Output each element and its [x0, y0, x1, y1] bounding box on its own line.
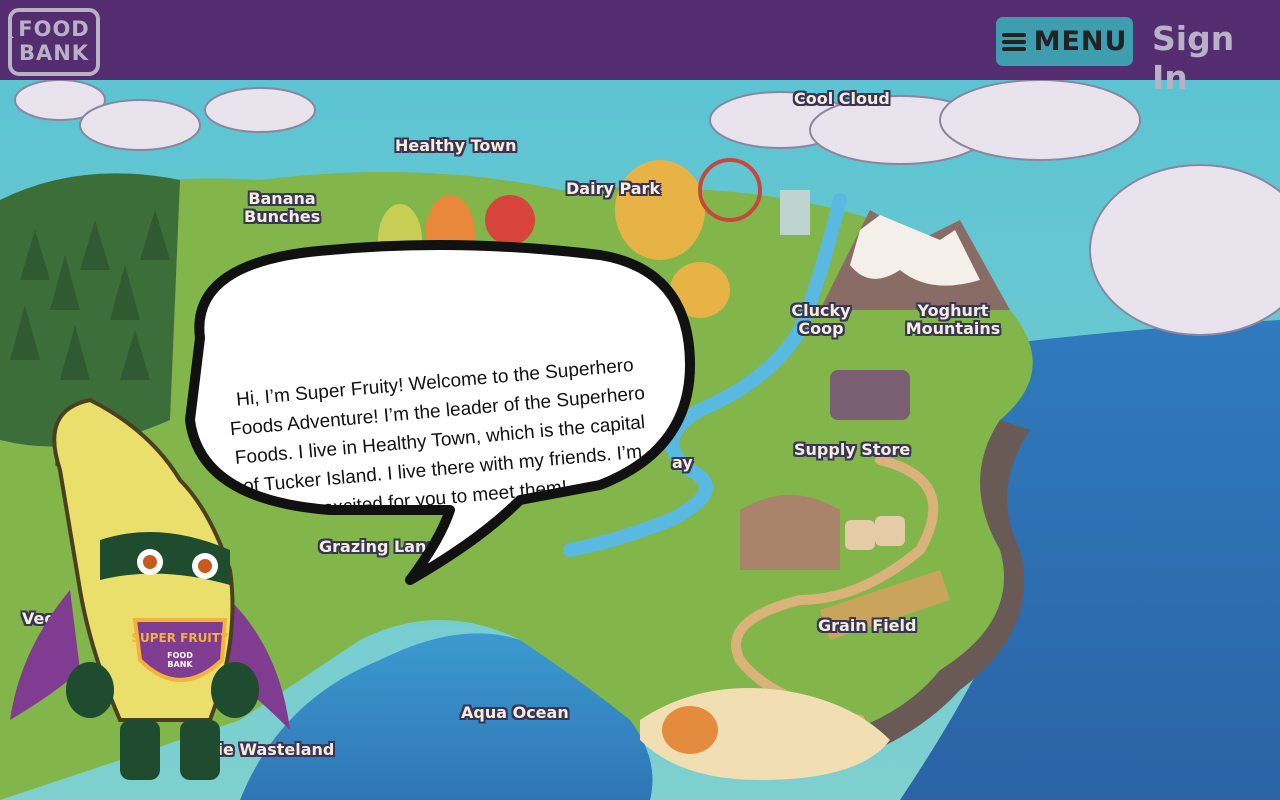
menu-label: MENU: [1033, 26, 1128, 57]
island-map[interactable]: Cool Cloud Healthy Town Banana Bunches D…: [0, 80, 1280, 800]
hamburger-icon: [1001, 32, 1026, 51]
boot-right: [180, 720, 220, 780]
logo-text-food: FOOD: [18, 17, 90, 41]
super-fruity-character[interactable]: SUPER FRUITY FOOD BANK: [0, 390, 300, 800]
boot-left: [120, 720, 160, 780]
top-navbar: FOOD BANK MENU Sign In: [0, 0, 1280, 97]
emblem-logo-bank: BANK: [167, 660, 193, 669]
logo-text-bank: BANK: [18, 41, 90, 65]
emblem-logo-food: FOOD: [167, 651, 193, 660]
glove-right: [211, 662, 259, 718]
sign-in-link[interactable]: Sign In: [1152, 19, 1280, 97]
menu-button[interactable]: MENU: [996, 17, 1133, 66]
emblem-text: SUPER FRUITY: [131, 631, 229, 645]
foodbank-logo[interactable]: FOOD BANK: [8, 8, 100, 76]
glove-left: [66, 662, 114, 718]
